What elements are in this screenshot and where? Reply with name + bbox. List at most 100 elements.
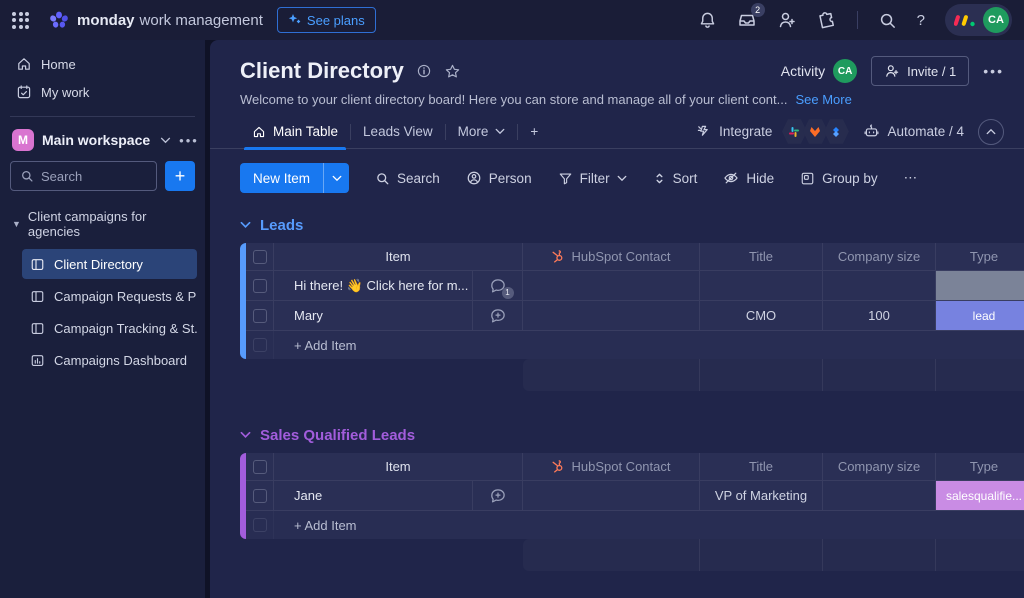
integrate-button[interactable]: Integrate: [696, 124, 772, 140]
add-board-button[interactable]: +: [165, 161, 195, 191]
search-icon[interactable]: [878, 11, 897, 30]
app-shell: Home My work M Main workspace ••• +: [0, 40, 1024, 598]
tab-more[interactable]: More: [446, 115, 518, 149]
sidebar-search-row: +: [8, 161, 197, 205]
hubspot-contact-cell[interactable]: [523, 481, 700, 510]
group-collapse-icon[interactable]: [240, 431, 251, 439]
company-size-cell[interactable]: 100: [823, 301, 936, 330]
company-size-cell[interactable]: [823, 481, 936, 510]
search-tool-button[interactable]: Search: [375, 171, 440, 186]
hide-button[interactable]: Hide: [723, 170, 774, 186]
folder-client-campaigns[interactable]: ▼ Client campaigns for agencies: [8, 205, 197, 247]
help-icon[interactable]: ?: [917, 12, 925, 29]
title-cell[interactable]: CMO: [700, 301, 823, 330]
item-name[interactable]: Jane: [274, 481, 473, 510]
group-table: Item HubSpot Contact Title Company size …: [240, 243, 1024, 359]
new-item-button[interactable]: New Item: [240, 163, 350, 193]
sidebar-item-my-work[interactable]: My work: [8, 78, 197, 106]
column-header-type[interactable]: Type: [936, 243, 1024, 270]
monday-logo-icon[interactable]: [47, 8, 71, 32]
type-status-cell[interactable]: lead: [936, 301, 1024, 330]
group-by-button[interactable]: Group by: [800, 171, 878, 186]
sidebar-board-campaigns-dashboard[interactable]: Campaigns Dashboard: [22, 345, 197, 375]
group-collapse-icon[interactable]: [240, 221, 251, 229]
folder-caret-icon[interactable]: ▼: [12, 219, 21, 229]
sidebar-search-input[interactable]: [41, 168, 147, 184]
view-tabs: Main Table Leads View More + Integrate A…: [210, 115, 1024, 150]
column-header-hubspot[interactable]: HubSpot Contact: [523, 243, 700, 270]
column-header-company-size[interactable]: Company size: [823, 243, 936, 270]
favorite-star-icon[interactable]: [444, 63, 461, 80]
apps-marketplace-icon[interactable]: [817, 10, 837, 30]
item-name[interactable]: Mary: [274, 301, 473, 330]
user-avatar[interactable]: CA: [983, 7, 1009, 33]
activity-button[interactable]: Activity CA: [781, 59, 858, 83]
see-more-link[interactable]: See More: [795, 92, 851, 107]
new-item-dropdown-icon[interactable]: [323, 163, 350, 193]
type-status-cell[interactable]: salesqualifie...: [936, 481, 1024, 510]
inbox-icon[interactable]: 2: [737, 3, 765, 30]
see-plans-button[interactable]: See plans: [276, 7, 376, 33]
invite-members-icon[interactable]: [777, 10, 797, 30]
select-all-checkbox[interactable]: [246, 453, 274, 480]
chat-add-icon[interactable]: [489, 307, 507, 325]
sidebar-item-home[interactable]: Home: [8, 50, 197, 78]
column-header-item[interactable]: Item: [274, 453, 523, 480]
page-title[interactable]: Client Directory: [240, 58, 404, 84]
item-name[interactable]: Hi there! 👋 Click here for m...: [274, 271, 473, 300]
sort-button[interactable]: Sort: [653, 171, 697, 186]
invite-button[interactable]: Invite / 1: [871, 56, 970, 86]
open-item-chat-cell[interactable]: 1: [473, 271, 523, 300]
row-checkbox[interactable]: [246, 301, 274, 330]
group-title[interactable]: Sales Qualified Leads: [260, 427, 415, 444]
column-header-title[interactable]: Title: [700, 453, 823, 480]
column-header-title[interactable]: Title: [700, 243, 823, 270]
add-view-button[interactable]: +: [518, 115, 550, 149]
row-checkbox[interactable]: [246, 481, 274, 510]
open-item-chat-cell[interactable]: [473, 301, 523, 330]
workspace-switcher[interactable]: M Main workspace •••: [8, 127, 1024, 598]
notifications-bell-icon[interactable]: [698, 11, 717, 30]
row-checkbox: [246, 331, 274, 359]
sidebar-board-campaign-requests[interactable]: Campaign Requests & Pl...: [22, 281, 197, 311]
title-cell[interactable]: [700, 271, 823, 300]
sidebar-board-campaign-tracking[interactable]: Campaign Tracking & St...: [22, 313, 197, 343]
tab-leads-view[interactable]: Leads View: [351, 115, 445, 149]
title-cell[interactable]: VP of Marketing: [700, 481, 823, 510]
product-name-bold: monday: [77, 11, 135, 29]
hubspot-contact-cell[interactable]: [523, 301, 700, 330]
collapse-header-button[interactable]: [978, 118, 1004, 145]
hubspot-contact-cell[interactable]: [523, 271, 700, 300]
column-header-item[interactable]: Item: [274, 243, 523, 270]
board-menu-icon[interactable]: •••: [983, 63, 1004, 79]
person-filter-button[interactable]: Person: [466, 170, 532, 186]
integration-badges[interactable]: [781, 119, 849, 145]
add-item-label[interactable]: + Add Item: [274, 331, 1024, 359]
sidebar-search-box[interactable]: [10, 161, 157, 191]
select-all-checkbox[interactable]: [246, 243, 274, 270]
column-header-type[interactable]: Type: [936, 453, 1024, 480]
type-status-cell[interactable]: [936, 271, 1024, 300]
row-checkbox[interactable]: [246, 271, 274, 300]
add-item-row[interactable]: + Add Item: [246, 331, 1024, 359]
group-title[interactable]: Leads: [260, 217, 303, 234]
add-item-row[interactable]: + Add Item: [246, 511, 1024, 539]
apps-grid-icon[interactable]: [12, 11, 29, 29]
automate-button[interactable]: Automate / 4: [863, 123, 964, 140]
tab-main-table[interactable]: Main Table: [240, 115, 350, 150]
account-chip[interactable]: CA: [945, 4, 1012, 36]
new-item-label[interactable]: New Item: [240, 163, 324, 193]
workspace-chevron-down-icon[interactable]: [160, 137, 171, 144]
open-item-chat-cell[interactable]: [473, 481, 523, 510]
chat-bubble-icon[interactable]: 1: [489, 277, 514, 299]
column-header-company-size[interactable]: Company size: [823, 453, 936, 480]
toolbar-more-icon[interactable]: ⋯: [904, 170, 918, 186]
workspace-menu-icon[interactable]: •••: [179, 133, 199, 148]
board-info-icon[interactable]: [416, 63, 432, 79]
company-size-cell[interactable]: [823, 271, 936, 300]
chat-add-icon[interactable]: [489, 487, 507, 505]
column-header-hubspot[interactable]: HubSpot Contact: [523, 453, 700, 480]
add-item-label[interactable]: + Add Item: [274, 511, 1024, 539]
sidebar-board-client-directory[interactable]: Client Directory: [22, 249, 197, 279]
filter-button[interactable]: Filter: [558, 171, 627, 186]
